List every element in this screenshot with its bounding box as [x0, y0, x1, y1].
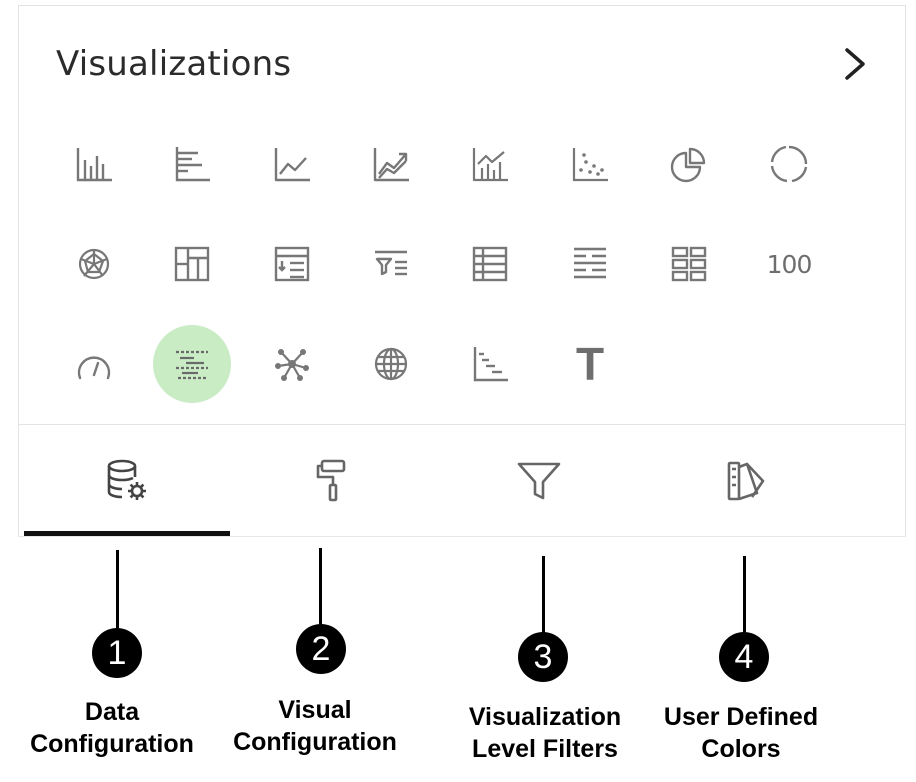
gantt-chart-icon[interactable]: [153, 325, 231, 403]
line-and-column-chart-icon[interactable]: [462, 136, 518, 192]
callout-4-line2: Colors: [701, 735, 781, 763]
callout-2-caption: Visual Configuration: [220, 694, 410, 758]
table-icon[interactable]: [462, 236, 518, 292]
radar-chart-icon[interactable]: [66, 236, 122, 292]
scatter-chart-icon[interactable]: [562, 136, 618, 192]
callout-2-line1: Visual: [278, 696, 352, 724]
callout-2-line2: Configuration: [233, 728, 397, 756]
callout-1-badge: 1: [92, 628, 142, 678]
callout-4-line1: User Defined: [663, 703, 819, 731]
area-chart-icon[interactable]: [363, 136, 419, 192]
config-tabs: [24, 425, 906, 537]
chevron-right-icon[interactable]: [841, 46, 869, 82]
panel-title: Visualizations: [56, 44, 292, 84]
callout-3-line2: Level Filters: [472, 735, 618, 763]
kpi-number-label: 100: [766, 249, 813, 279]
kpi-number-icon[interactable]: 100: [761, 236, 817, 292]
callout-4-leader: [743, 556, 746, 632]
text-icon-glyph: T: [575, 338, 605, 390]
panel-bottom-border: [18, 536, 906, 537]
multi-row-card-icon[interactable]: [562, 236, 618, 292]
matrix-icon[interactable]: [264, 236, 320, 292]
tab-data-configuration[interactable]: [24, 425, 230, 537]
card-grid-icon[interactable]: [661, 236, 717, 292]
callout-4-badge: 4: [719, 632, 769, 682]
tab-visual-configuration[interactable]: [230, 425, 436, 537]
tab-visualization-level-filters[interactable]: [436, 425, 642, 537]
gauge-icon[interactable]: [66, 336, 122, 392]
callout-1-leader: [116, 550, 119, 628]
clustered-column-chart-icon[interactable]: [66, 136, 122, 192]
color-swatch-icon: [727, 461, 765, 501]
paint-roller-icon: [316, 459, 346, 502]
database-settings-icon: [107, 459, 146, 500]
callout-3-badge: 3: [518, 632, 568, 682]
network-graph-icon[interactable]: [264, 336, 320, 392]
pie-chart-icon[interactable]: [661, 136, 717, 192]
callout-4-caption: User Defined Colors: [645, 701, 837, 765]
callout-3-caption: Visualization Level Filters: [440, 701, 650, 765]
text-icon[interactable]: T: [562, 336, 618, 392]
callout-2-badge: 2: [296, 624, 346, 674]
callout-3-leader: [542, 556, 545, 634]
tab-user-defined-colors[interactable]: [642, 425, 848, 537]
callout-1-line1: Data: [84, 698, 140, 726]
donut-chart-icon[interactable]: [761, 136, 817, 192]
treemap-icon[interactable]: [164, 236, 220, 292]
waterfall-chart-icon[interactable]: [462, 336, 518, 392]
map-icon[interactable]: [363, 336, 419, 392]
filter-icon: [517, 462, 561, 500]
callout-1-line2: Configuration: [30, 730, 194, 758]
funnel-icon[interactable]: [363, 236, 419, 292]
callout-2-leader: [319, 548, 322, 624]
visualizations-panel: Visualizations 100 T: [18, 5, 906, 537]
callout-1-caption: Data Configuration: [14, 696, 210, 760]
line-chart-icon[interactable]: [264, 136, 320, 192]
callout-3-line1: Visualization: [468, 703, 622, 731]
clustered-bar-chart-icon[interactable]: [164, 136, 220, 192]
